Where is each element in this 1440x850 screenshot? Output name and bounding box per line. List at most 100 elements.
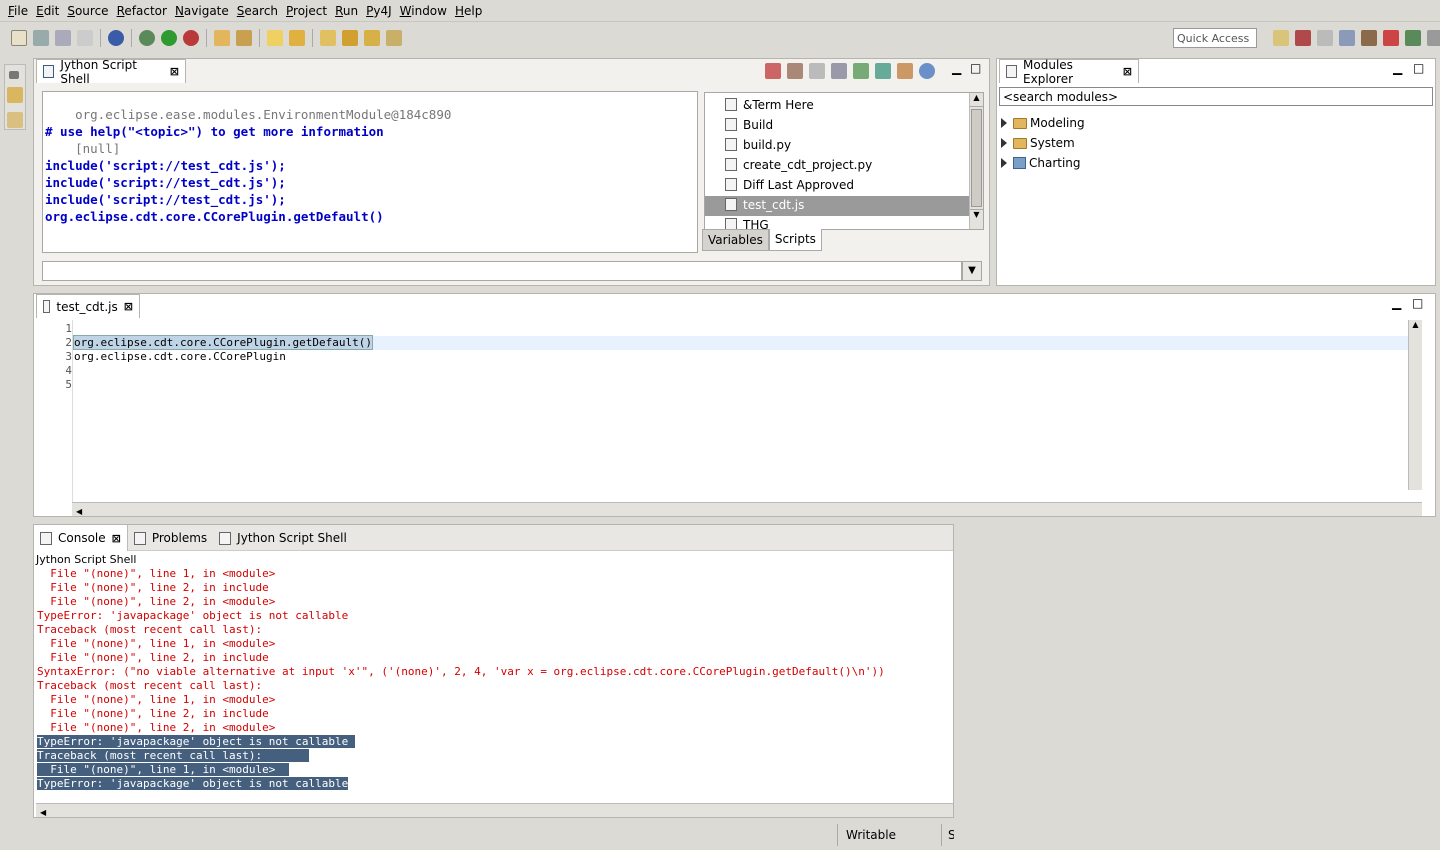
module-item[interactable]: Charting [1001, 153, 1085, 173]
new-wizard-icon[interactable] [11, 30, 27, 46]
highlight-icon[interactable] [267, 30, 283, 46]
save-icon[interactable] [33, 30, 49, 46]
status-bar: Writable S [0, 822, 954, 850]
team-perspective-icon[interactable] [1339, 30, 1355, 46]
script-item[interactable]: build.py [705, 136, 983, 156]
run-script-icon[interactable] [853, 63, 869, 79]
tab-scripts[interactable]: Scripts [768, 229, 822, 251]
code-area[interactable]: org.eclipse.cdt.core.CCorePlugin.getDefa… [72, 322, 1408, 392]
help-icon[interactable] [919, 63, 935, 79]
scripts-list[interactable]: &Term Here Build build.py create_cdt_projec… [704, 92, 984, 230]
back-history-icon[interactable] [342, 30, 358, 46]
close-icon[interactable]: ⊠ [124, 300, 133, 313]
shell-input[interactable] [42, 261, 962, 281]
minimize-icon[interactable]: ▁ [1393, 61, 1402, 75]
scripting-perspective-icon[interactable] [1361, 30, 1377, 46]
menu-window[interactable]: Window [400, 4, 447, 18]
forward-icon[interactable] [386, 30, 402, 46]
menu-refactor[interactable]: Refactor [117, 4, 167, 18]
sync-icon[interactable] [875, 63, 891, 79]
scrollbar[interactable]: ▲ ▼ [969, 93, 983, 229]
git-perspective-icon[interactable] [1317, 30, 1333, 46]
menu-run[interactable]: Run [335, 4, 358, 18]
macro-icon[interactable] [897, 63, 913, 79]
debug-icon[interactable] [139, 30, 155, 46]
script-item[interactable]: THG [705, 216, 983, 229]
wand-icon[interactable] [236, 30, 252, 46]
console-text: File "(none)", line 1, in <module> [37, 693, 276, 706]
clear-icon[interactable] [809, 63, 825, 79]
open-perspective-icon[interactable] [1273, 30, 1289, 46]
outline-icon[interactable] [7, 112, 23, 128]
tab-console[interactable]: Console ⊠ [34, 525, 128, 551]
modules-search-input[interactable]: <search modules> [999, 87, 1433, 106]
tab-jython-script-shell[interactable]: Jython Script Shell [213, 525, 353, 551]
menu-file[interactable]: File [8, 4, 28, 18]
console-horizontal-scrollbar[interactable]: ◀ [36, 803, 953, 817]
globe-icon[interactable] [108, 30, 124, 46]
maximize-icon[interactable]: □ [970, 61, 981, 75]
menu-help[interactable]: Help [455, 4, 482, 18]
script-item[interactable]: Diff Last Approved [705, 176, 983, 196]
save-all-icon[interactable] [55, 30, 71, 46]
tab-jython-script-shell[interactable]: Jython Script Shell ⊠ [36, 58, 186, 86]
quick-access-field[interactable]: Quick Access [1173, 28, 1257, 48]
close-icon[interactable]: ⊠ [112, 532, 121, 545]
expand-icon[interactable] [1001, 138, 1007, 148]
open-folder-icon[interactable] [214, 30, 230, 46]
minimize-icon[interactable]: ▁ [952, 61, 961, 75]
layout-icon[interactable] [831, 63, 847, 79]
script-item[interactable]: Build [705, 116, 983, 136]
module-item[interactable]: Modeling [1001, 113, 1085, 133]
tab-modules-explorer[interactable]: Modules Explorer ⊠ [999, 58, 1139, 86]
binary-icon[interactable] [77, 30, 93, 46]
script-item[interactable]: create_cdt_project.py [705, 156, 983, 176]
vertical-scrollbar[interactable]: ▲ [1408, 320, 1422, 490]
prev-annotation-icon[interactable] [320, 30, 336, 46]
tab-label: Jython Script Shell [237, 531, 347, 545]
horizontal-scrollbar[interactable]: ◀ [72, 502, 1422, 516]
tab-problems[interactable]: Problems [128, 525, 213, 551]
expand-icon[interactable] [1001, 158, 1007, 168]
close-icon[interactable]: ⊠ [1123, 65, 1132, 78]
console-output[interactable]: File "(none)", line 1, in <module> File … [37, 567, 952, 803]
terminate-icon[interactable] [765, 63, 781, 79]
restore-icon[interactable] [9, 71, 19, 79]
folder-icon [1013, 137, 1027, 149]
menu-search[interactable]: Search [237, 4, 278, 18]
close-icon[interactable]: ⊠ [170, 65, 179, 78]
tab-test-cdt-js[interactable]: test_cdt.js ⊠ [36, 294, 140, 318]
expand-icon[interactable] [1001, 118, 1007, 128]
minimize-icon[interactable]: ▁ [1392, 296, 1401, 310]
console-text: Traceback (most recent call last): [37, 749, 309, 762]
console-text: TypeError: 'javapackage' object is not c… [37, 735, 355, 748]
script-item[interactable]: &Term Here [705, 96, 983, 116]
back-icon[interactable] [364, 30, 380, 46]
console-line: Traceback (most recent call last): [37, 679, 952, 693]
engine-icon[interactable] [787, 63, 803, 79]
next-annotation-icon[interactable] [289, 30, 305, 46]
run-external-icon[interactable] [183, 30, 199, 46]
menu-source[interactable]: Source [67, 4, 108, 18]
compare-perspective-icon[interactable] [1383, 30, 1399, 46]
left-trim [4, 64, 26, 130]
shell-history-dropdown[interactable]: ▼ [962, 261, 982, 281]
menu-navigate[interactable]: Navigate [175, 4, 229, 18]
module-item[interactable]: System [1001, 133, 1085, 153]
shell-output[interactable]: org.eclipse.ease.modules.EnvironmentModu… [42, 91, 698, 253]
java-perspective-icon[interactable] [1295, 30, 1311, 46]
menu-edit[interactable]: Edit [36, 4, 59, 18]
tab-variables[interactable]: Variables [702, 229, 769, 251]
console-line: TypeError: 'javapackage' object is not c… [37, 777, 952, 791]
maximize-icon[interactable]: □ [1412, 296, 1423, 310]
debug-perspective-icon[interactable] [1405, 30, 1421, 46]
menu-py4j[interactable]: Py4J [366, 4, 392, 18]
console-line: File "(none)", line 1, in <module> [37, 693, 952, 707]
resource-perspective-icon[interactable] [1427, 30, 1440, 46]
run-icon[interactable] [161, 30, 177, 46]
script-item[interactable]: test_cdt.js [705, 196, 983, 216]
menu-project[interactable]: Project [286, 4, 327, 18]
package-explorer-icon[interactable] [7, 87, 23, 103]
console-text: TypeError: 'javapackage' object is not c… [37, 609, 349, 622]
maximize-icon[interactable]: □ [1413, 61, 1424, 75]
